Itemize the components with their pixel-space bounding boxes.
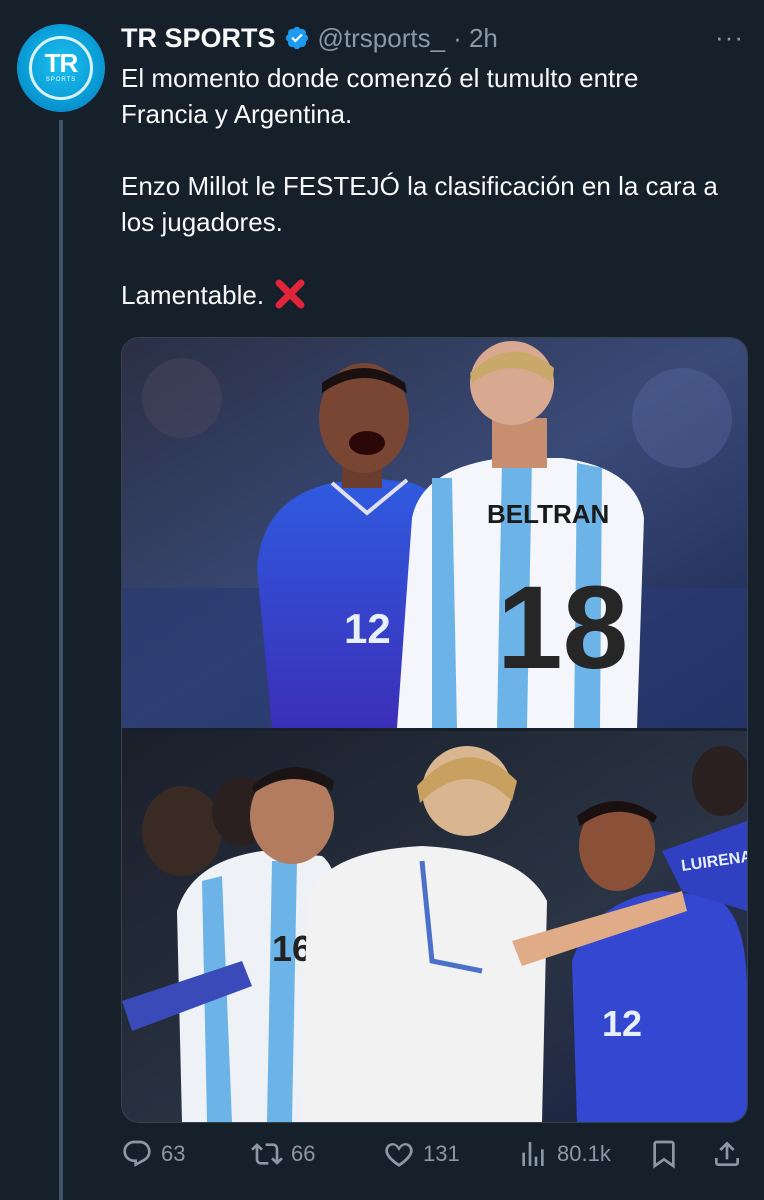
tweet-paragraph-last: Lamentable. <box>121 276 731 313</box>
share-button[interactable] <box>711 1134 743 1174</box>
more-icon[interactable]: ··· <box>715 22 744 53</box>
tweet-time[interactable]: · 2h <box>453 23 498 54</box>
avatar-logo-subtext: SPORTS <box>45 76 77 83</box>
repost-icon <box>251 1143 283 1165</box>
like-icon <box>385 1143 413 1167</box>
bookmark-icon <box>653 1140 675 1169</box>
thread-line <box>59 120 63 1200</box>
tweet-paragraph: El momento donde comenzó el tumulto entr… <box>121 63 639 129</box>
like-button[interactable]: 131 <box>383 1134 460 1174</box>
repost-count: 66 <box>291 1141 316 1166</box>
author-name[interactable]: TR SPORTS <box>121 23 276 54</box>
repost-button[interactable]: 66 <box>251 1134 315 1174</box>
x-mark-icon <box>275 279 305 309</box>
tweet-actions: 63 66 131 80.1k <box>121 1134 746 1174</box>
tweet-paragraph-text: Lamentable. <box>121 280 265 310</box>
tweet-header: TR SPORTS @trsports_ · 2h <box>121 20 744 56</box>
author-handle[interactable]: @trsports_ <box>318 23 446 54</box>
like-count: 131 <box>423 1141 460 1166</box>
views-count: 80.1k <box>557 1141 611 1166</box>
reply-button[interactable]: 63 <box>121 1134 185 1174</box>
tweet-text: El momento donde comenzó el tumulto entr… <box>121 60 731 313</box>
share-icon <box>715 1141 739 1166</box>
jersey-name: BELTRAN <box>487 499 609 529</box>
jersey-number-back: 18 <box>497 562 628 694</box>
tweet-paragraph: Enzo Millot le FESTEJÓ la clasificación … <box>121 171 718 237</box>
verified-badge-icon <box>285 26 308 50</box>
reply-count: 63 <box>161 1141 186 1166</box>
avatar[interactable]: TR SPORTS <box>17 24 105 112</box>
jersey-number-front: 12 <box>344 605 391 652</box>
views-button[interactable]: 80.1k <box>517 1134 611 1174</box>
jersey-number-right: 12 <box>602 1003 642 1044</box>
views-icon <box>522 1142 544 1166</box>
photo-top-illustration: 12 BELTRAN 18 <box>122 338 747 728</box>
avatar-logo-text: TR <box>44 47 79 78</box>
tweet-media[interactable]: 12 BELTRAN 18 16 12 LUIRENA <box>121 337 748 1123</box>
bookmark-button[interactable] <box>648 1134 680 1174</box>
photo-bottom[interactable]: 16 12 LUIRENA <box>122 731 747 1122</box>
photo-bottom-illustration: 16 12 LUIRENA <box>122 731 747 1122</box>
reply-icon <box>123 1140 151 1167</box>
photo-top[interactable]: 12 BELTRAN 18 <box>122 338 747 728</box>
